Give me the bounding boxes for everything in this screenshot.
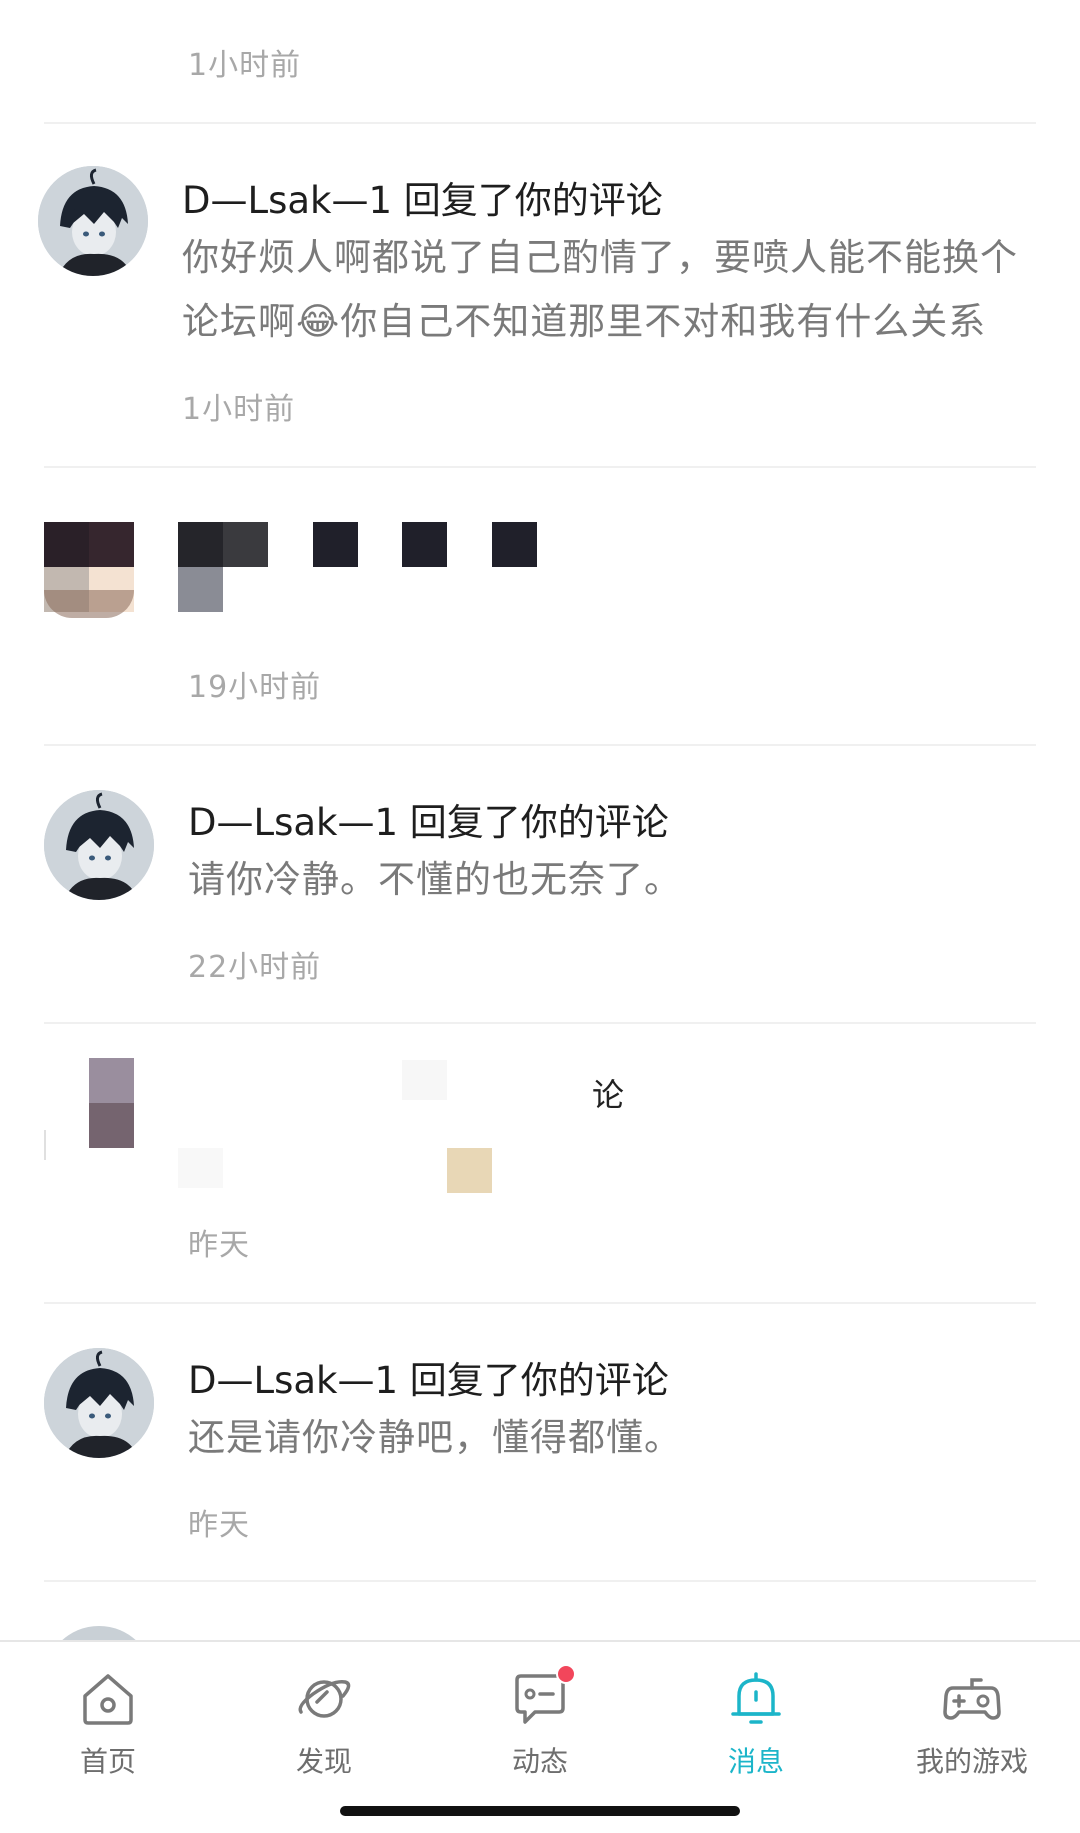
home-indicator[interactable] (340, 1806, 740, 1816)
planet-icon (293, 1668, 355, 1730)
message-time: 22小时前 (188, 950, 322, 985)
tab-label: 发现 (295, 1745, 352, 1778)
message-content[interactable]: 还是请你冷静吧，懂得都懂。 (188, 1406, 682, 1470)
gamepad-icon (941, 1668, 1003, 1730)
user-avatar[interactable] (44, 790, 154, 900)
bell-icon (725, 1668, 787, 1730)
divider (44, 1302, 1036, 1304)
user-avatar[interactable] (44, 1348, 154, 1458)
message-time: 昨天 (188, 1228, 250, 1263)
username[interactable]: D—Lsak—1 (188, 1359, 398, 1402)
username[interactable]: D—Lsak—1 (188, 801, 398, 844)
message-action: 回复了你的评论 (403, 179, 663, 222)
tab-label: 动态 (511, 1745, 568, 1778)
message-time: 1小时前 (182, 392, 296, 427)
bottom-tab-bar: 首页 发现 动态 消息 我的游戏 (0, 1640, 1080, 1790)
message-content[interactable]: 你好烦人啊都说了自己酌情了，要喷人能不能换个论坛啊😂你自己不知道那里不对和我有什… (182, 226, 1052, 354)
message-title: D—Lsak—1 回复了你的评论 (182, 170, 663, 224)
tab-discover[interactable]: 发现 (216, 1642, 432, 1790)
message-feed[interactable]: 1小时前 D—Lsak—1 回复了你的评论 你好烦人啊都说了自己酌情了，要喷人能… (0, 0, 1080, 1640)
message-title: D—Lsak—1 回复了你的评论 (188, 1350, 669, 1404)
divider (44, 466, 1036, 468)
divider (44, 122, 1036, 124)
title-fragment: 论 (592, 1076, 625, 1114)
tab-label: 我的游戏 (915, 1745, 1028, 1778)
username[interactable]: D—Lsak—1 (182, 179, 392, 222)
divider (44, 744, 1036, 746)
tab-activity[interactable]: 动态 (432, 1642, 648, 1790)
tab-label: 首页 (79, 1745, 136, 1778)
message-action: 回复了你的评论 (409, 1359, 669, 1402)
message-action: 回复了你的评论 (409, 801, 669, 844)
user-avatar[interactable] (38, 166, 148, 276)
message-time: 1小时前 (188, 48, 302, 83)
tab-messages[interactable]: 消息 (648, 1642, 864, 1790)
message-time: 昨天 (188, 1508, 250, 1543)
home-icon (77, 1668, 139, 1730)
message-title: D—Lsak—1 回复了你的评论 (188, 792, 669, 846)
tab-label: 消息 (727, 1745, 784, 1778)
tab-home[interactable]: 首页 (0, 1642, 216, 1790)
notification-badge (556, 1664, 576, 1684)
message-content[interactable]: 请你冷静。不懂的也无奈了。 (188, 848, 682, 912)
user-avatar[interactable] (44, 1626, 154, 1640)
divider (44, 1580, 1036, 1582)
message-time: 19小时前 (188, 670, 322, 705)
divider (44, 1022, 1036, 1024)
tab-my-games[interactable]: 我的游戏 (864, 1642, 1080, 1790)
